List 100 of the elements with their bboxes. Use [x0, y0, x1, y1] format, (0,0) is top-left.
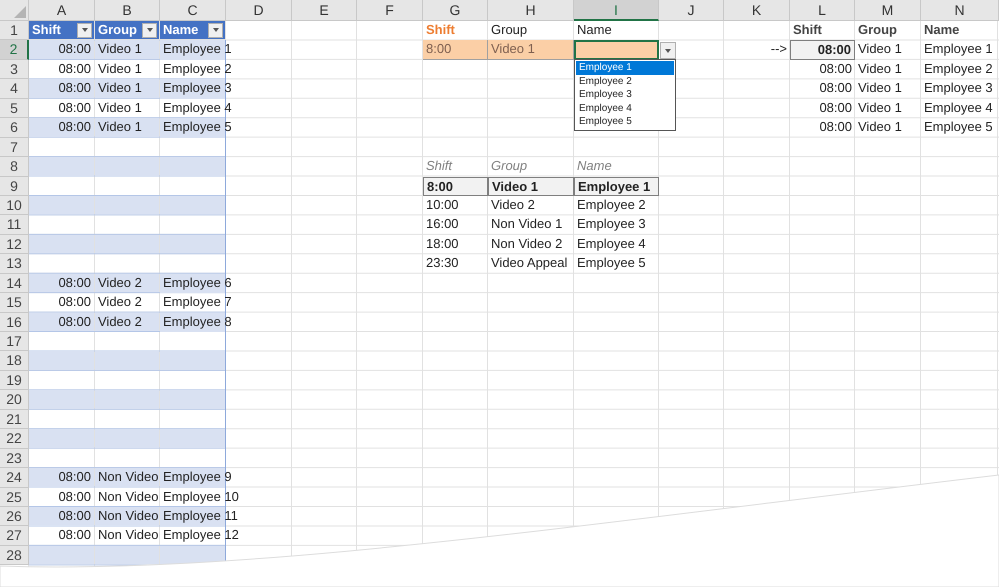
column-header[interactable]: L [790, 0, 855, 21]
row-header[interactable]: 25 [0, 488, 29, 507]
row-header[interactable]: 2 [0, 40, 29, 60]
row-header[interactable]: 19 [0, 370, 29, 390]
row-header[interactable]: 14 [0, 274, 29, 294]
row-header[interactable]: 24 [0, 468, 29, 488]
row-header[interactable]: 8 [0, 157, 29, 176]
table-cell-text: Employee 12 [162, 526, 240, 544]
table-cell-text: Employee 4 [162, 98, 233, 117]
table-cell: 08:00 [29, 118, 94, 137]
table-cell: Video 2 [95, 274, 159, 292]
column-header[interactable]: N [921, 0, 999, 21]
table-cell: Video 1 [488, 40, 574, 60]
caret-icon [212, 28, 218, 32]
dropdown-option[interactable]: Employee 3 [576, 88, 674, 102]
dropdown-option[interactable]: Employee 1 [576, 61, 674, 74]
row-header[interactable]: 16 [0, 312, 29, 332]
table-cell: 08:00 [29, 79, 94, 98]
row-header[interactable]: 17 [0, 332, 29, 352]
column-header[interactable]: F [357, 0, 423, 21]
table-cell-text: Employee 3 [923, 79, 994, 98]
column-header[interactable]: G [423, 0, 488, 21]
table-cell [95, 196, 159, 214]
table-cell: Video 1 [488, 176, 574, 196]
table-cell-text: Employee 4 [576, 234, 647, 253]
row-header[interactable]: 26 [0, 506, 29, 526]
table-cell-text: Video 1 [857, 40, 903, 58]
caret-icon [146, 28, 152, 32]
table-cell: 08:00 [29, 274, 94, 292]
column-header[interactable]: I [574, 0, 659, 21]
column-header[interactable]: B [95, 0, 160, 21]
table-cell: 08:00 [29, 312, 94, 331]
column-header[interactable]: K [724, 0, 790, 21]
table-cell-text: 23:30 [425, 254, 460, 272]
dropdown-option[interactable]: Employee 2 [576, 74, 674, 88]
row-header[interactable]: 6 [0, 118, 29, 138]
column-header[interactable]: J [659, 0, 724, 21]
row-header[interactable]: 15 [0, 293, 29, 313]
table-cell-text: 08:00 [57, 293, 92, 312]
column-label: Shift [32, 21, 61, 40]
column-label: Shift [425, 157, 454, 176]
column-label: Shift [792, 21, 823, 39]
table-cell: 8:00 [423, 40, 488, 60]
row-header[interactable]: 13 [0, 254, 29, 274]
filter-button[interactable] [142, 22, 157, 38]
table-cell-text: Video 1 [857, 60, 903, 78]
table-cell-text: Employee 5 [923, 118, 994, 136]
table-cell-text: 08:00 [818, 98, 853, 117]
row-header[interactable]: 10 [0, 196, 29, 216]
row-header[interactable]: 3 [0, 60, 29, 80]
row-header[interactable]: 12 [0, 234, 29, 254]
table-cell [95, 157, 159, 176]
row-header[interactable]: 27 [0, 526, 29, 546]
column-header[interactable]: D [226, 0, 292, 21]
row-header[interactable]: 11 [0, 215, 29, 235]
table-cell-text: Non Video 2 [490, 234, 564, 253]
table-cell-text: 08:00 [57, 60, 92, 78]
row-header[interactable]: 5 [0, 98, 29, 118]
column-header[interactable]: M [855, 0, 921, 21]
table-cell-text: 08:00 [57, 526, 92, 544]
row-header[interactable]: 23 [0, 448, 29, 468]
table-cell-text: Employee 10 [162, 488, 240, 506]
column-label: Name [576, 21, 613, 39]
column-label: Group [490, 157, 528, 176]
row-header[interactable]: 18 [0, 351, 29, 371]
row-header[interactable]: 22 [0, 429, 29, 449]
row-header[interactable]: 28 [0, 546, 29, 566]
table-cell-text: Video 2 [97, 293, 143, 312]
column-label: Group [98, 21, 137, 40]
row-header[interactable]: 1 [0, 21, 29, 40]
table-cell: Employee 1 [574, 176, 659, 196]
table-cell: Video 2 [95, 312, 159, 331]
row-header[interactable]: 4 [0, 79, 29, 99]
table-cell: Video 1 [95, 118, 159, 137]
dropdown-option[interactable]: Employee 4 [576, 102, 674, 115]
filter-button[interactable] [77, 22, 92, 38]
table-cell-text: Non Video [97, 526, 159, 544]
input-field[interactable] [574, 40, 659, 60]
table-cell [95, 234, 159, 254]
table-cell-text: 08:00 [818, 60, 853, 78]
dropdown-button[interactable] [660, 42, 676, 59]
row-header[interactable]: 9 [0, 176, 29, 196]
column-header[interactable]: H [488, 0, 574, 21]
table-cell-text: 18:00 [425, 234, 460, 253]
row-header[interactable]: 21 [0, 410, 29, 430]
table-cell-text: Video 1 [97, 60, 143, 78]
table-cell [160, 429, 225, 448]
table-cell: Non Video [95, 506, 159, 526]
column-header[interactable]: A [29, 0, 95, 21]
row-header[interactable]: 20 [0, 390, 29, 410]
table-cell [95, 351, 159, 370]
table-cell-text: Employee 2 [162, 60, 233, 78]
table-cell-text: 08:00 [818, 79, 853, 98]
dropdown-option[interactable]: Employee 5 [576, 115, 674, 128]
column-header[interactable]: E [292, 0, 357, 21]
table-cell: 08:00 [29, 506, 94, 526]
column-header[interactable]: C [160, 0, 226, 21]
table-cell-text: 16:00 [425, 215, 460, 234]
row-header[interactable]: 7 [0, 138, 29, 158]
filter-button[interactable] [208, 22, 223, 38]
